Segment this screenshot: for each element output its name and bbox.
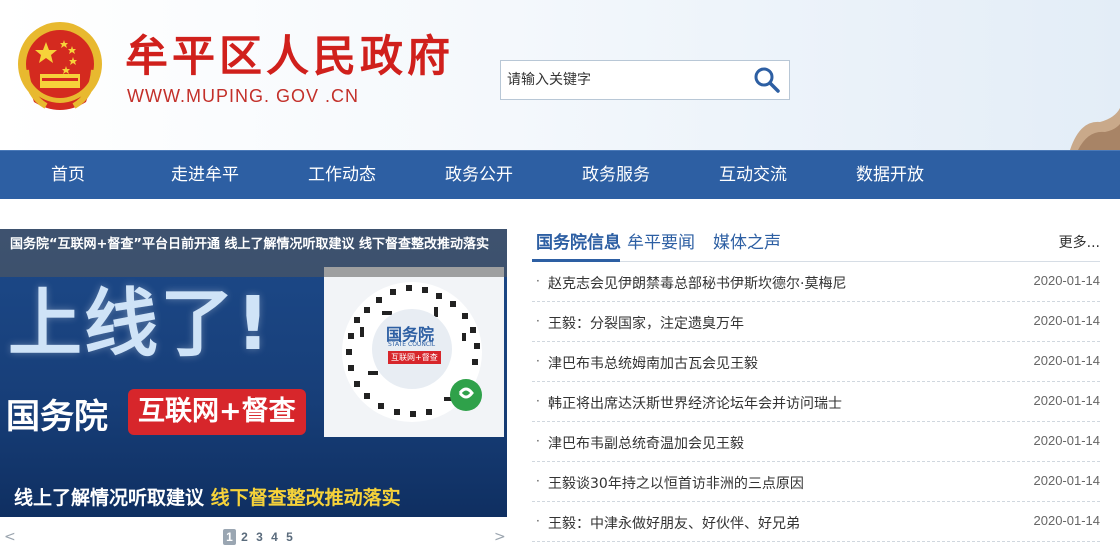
news-title[interactable]: 韩正将出席达沃斯世界经济论坛年会并访问瑞士 xyxy=(548,393,842,413)
news-date: 2020-01-14 xyxy=(1033,393,1101,408)
site-header: 牟平区人民政府 WWW.MUPING. GOV .CN xyxy=(0,0,1120,150)
site-title[interactable]: 牟平区人民政府 xyxy=(125,32,454,82)
pager-dot-1[interactable]: 1 xyxy=(223,529,236,545)
search-icon xyxy=(754,67,780,93)
national-emblem-icon[interactable] xyxy=(16,20,104,114)
list-item[interactable]: · 津巴布韦副总统奇温加会见王毅 2020-01-14 xyxy=(532,422,1100,462)
news-title[interactable]: 津巴布韦副总统奇温加会见王毅 xyxy=(548,433,744,453)
bullet-icon: · xyxy=(536,394,540,408)
slider-controls: < 1 2 3 4 5 > xyxy=(0,527,507,549)
nav-item-interaction[interactable]: 互动交流 xyxy=(693,151,813,200)
slide-subtitle: 线上了解情况听取建议 线下督查整改推动落实 xyxy=(0,479,507,517)
list-item[interactable]: · 赵克志会见伊朗禁毒总部秘书伊斯坎德尔·莫梅尼 2020-01-14 xyxy=(532,262,1100,302)
list-item[interactable]: · 王毅：分裂国家，注定遗臭万年 2020-01-14 xyxy=(532,302,1100,342)
tab-state-council[interactable]: 国务院信息 xyxy=(536,228,621,253)
news-tabs: 国务院信息 牟平要闻 媒体之声 更多... xyxy=(532,226,1100,262)
bullet-icon: · xyxy=(536,514,540,528)
site-url: WWW.MUPING. GOV .CN xyxy=(127,86,359,106)
slider-pager: 1 2 3 4 5 xyxy=(223,529,296,545)
pager-dot-4[interactable]: 4 xyxy=(268,529,281,545)
tab-media[interactable]: 媒体之声 xyxy=(713,228,781,253)
nav-item-about[interactable]: 走进牟平 xyxy=(145,151,265,200)
pager-dot-2[interactable]: 2 xyxy=(238,529,251,545)
qr-code: 国务院 STATE COUNCIL 互联网+督查 xyxy=(324,267,504,437)
news-date: 2020-01-14 xyxy=(1033,313,1101,328)
search-button[interactable] xyxy=(745,61,789,99)
more-link[interactable]: 更多... xyxy=(1059,232,1100,252)
bullet-icon: · xyxy=(536,474,540,488)
next-arrow-icon[interactable]: > xyxy=(494,529,506,545)
list-item[interactable]: · 津巴布韦总统姆南加古瓦会见王毅 2020-01-14 xyxy=(532,342,1100,382)
news-date: 2020-01-14 xyxy=(1033,513,1101,528)
nav-item-work-news[interactable]: 工作动态 xyxy=(282,151,402,200)
nav-item-gov-service[interactable]: 政务服务 xyxy=(556,151,676,200)
news-slider[interactable]: 上线了! 国务院 STATE COUNCIL 互联网+督查 国务院 互联网+督查… xyxy=(0,229,507,517)
news-list: · 赵克志会见伊朗禁毒总部秘书伊斯坎德尔·莫梅尼 2020-01-14 · 王毅… xyxy=(532,262,1100,542)
search-box xyxy=(500,60,790,100)
news-date: 2020-01-14 xyxy=(1033,353,1101,368)
pager-dot-3[interactable]: 3 xyxy=(253,529,266,545)
news-panel: 国务院信息 牟平要闻 媒体之声 更多... · 赵克志会见伊朗禁毒总部秘书伊斯坎… xyxy=(532,226,1100,560)
tab-muping-news[interactable]: 牟平要闻 xyxy=(627,228,695,253)
slide-subtitle-part2: 线下督查整改推动落实 xyxy=(210,487,401,509)
qr-tag: 互联网+督查 xyxy=(388,351,441,364)
news-date: 2020-01-14 xyxy=(1033,273,1101,288)
slide-tag: 互联网+督查 xyxy=(128,389,306,435)
decoration-image xyxy=(1070,108,1120,150)
nav-item-gov-open[interactable]: 政务公开 xyxy=(419,151,539,200)
list-item[interactable]: · 韩正将出席达沃斯世界经济论坛年会并访问瑞士 2020-01-14 xyxy=(532,382,1100,422)
search-input[interactable] xyxy=(501,61,746,99)
slide-org: 国务院 xyxy=(6,397,108,437)
qr-sub-label: STATE COUNCIL xyxy=(388,341,436,348)
news-title[interactable]: 王毅：中津永做好朋友、好伙伴、好兄弟 xyxy=(548,513,800,533)
news-date: 2020-01-14 xyxy=(1033,473,1101,488)
slide-headline: 上线了! xyxy=(8,281,272,367)
nav-item-home[interactable]: 首页 xyxy=(8,151,128,200)
news-title[interactable]: 赵克志会见伊朗禁毒总部秘书伊斯坎德尔·莫梅尼 xyxy=(548,273,846,293)
prev-arrow-icon[interactable]: < xyxy=(4,529,16,545)
nav-item-open-data[interactable]: 数据开放 xyxy=(830,151,950,200)
slide-subtitle-part1: 线上了解情况听取建议 xyxy=(14,487,205,509)
pager-dot-5[interactable]: 5 xyxy=(283,529,296,545)
main-nav: 首页 走进牟平 工作动态 政务公开 政务服务 互动交流 数据开放 xyxy=(0,150,1120,199)
bullet-icon: · xyxy=(536,314,540,328)
list-item[interactable]: · 王毅谈30年持之以恒首访非洲的三点原因 2020-01-14 xyxy=(532,462,1100,502)
news-date: 2020-01-14 xyxy=(1033,433,1101,448)
bullet-icon: · xyxy=(536,434,540,448)
news-title[interactable]: 王毅谈30年持之以恒首访非洲的三点原因 xyxy=(548,473,804,493)
list-item[interactable]: · 王毅：中津永做好朋友、好伙伴、好兄弟 2020-01-14 xyxy=(532,502,1100,542)
news-title[interactable]: 津巴布韦总统姆南加古瓦会见王毅 xyxy=(548,353,758,373)
news-title[interactable]: 王毅：分裂国家，注定遗臭万年 xyxy=(548,313,744,333)
slide-caption[interactable]: 国务院“互联网+督查”平台日前开通 线上了解情况听取建议 线下督查整改推动落实 xyxy=(0,229,507,277)
bullet-icon: · xyxy=(536,354,540,368)
bullet-icon: · xyxy=(536,274,540,288)
